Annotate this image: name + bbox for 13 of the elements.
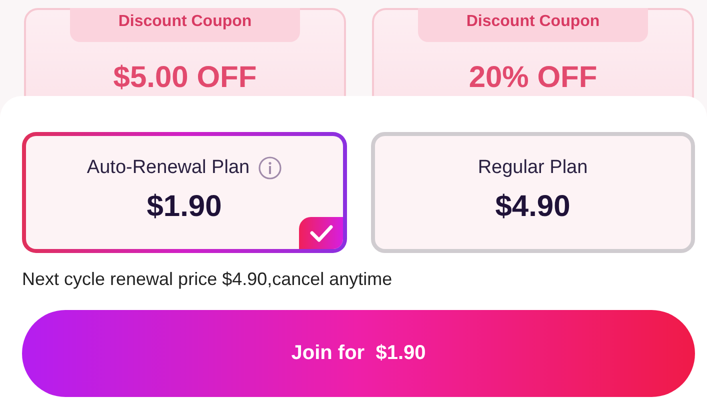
info-icon[interactable] — [258, 156, 282, 180]
coupon-value: $5.00 OFF — [113, 61, 257, 95]
coupon-title: Discount Coupon — [70, 8, 300, 42]
plan-name: Auto-Renewal Plan — [86, 157, 250, 179]
join-button[interactable]: Join for $1.90 — [22, 310, 695, 397]
plan-card[interactable]: Regular Plan $4.90 — [370, 132, 695, 253]
plan-price: $4.90 — [495, 190, 570, 224]
coupon-title: Discount Coupon — [418, 8, 648, 42]
renewal-note: Next cycle renewal price $4.90,cancel anytime — [22, 269, 394, 290]
coupon-value: 20% OFF — [468, 61, 598, 95]
check-icon — [298, 217, 342, 249]
plan-price: $1.90 — [146, 190, 222, 224]
plan-name: Regular Plan — [478, 157, 588, 179]
